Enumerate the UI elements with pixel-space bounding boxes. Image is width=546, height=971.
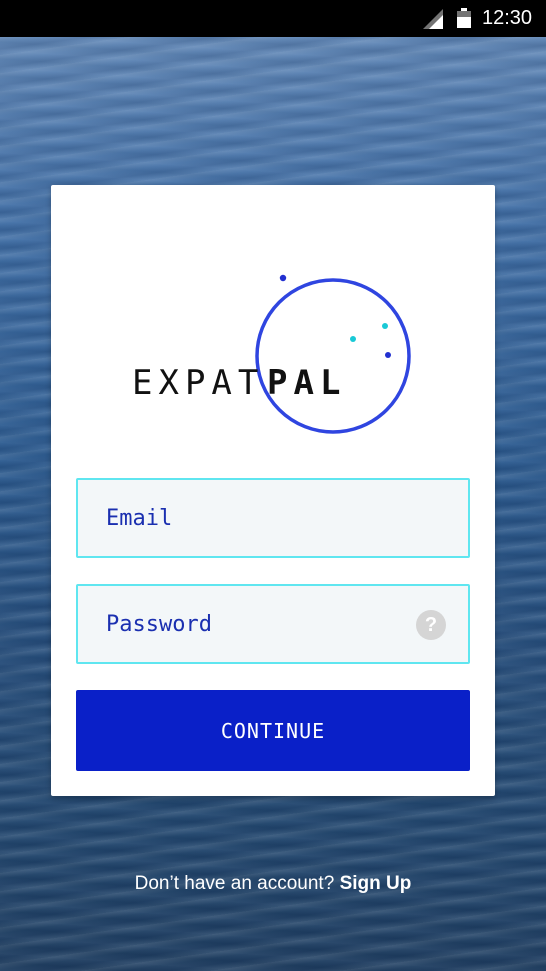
signal-icon [423,9,443,29]
login-card: EXPAT PAL ? CONTINUE [51,185,495,796]
signup-prompt: Don’t have an account? Sign Up [0,873,546,895]
status-bar: 12:30 [0,0,546,37]
logo-wordmark-pal: PAL [267,363,347,403]
password-input[interactable] [78,586,468,662]
logo-dot-cyan [382,323,388,329]
battery-icon [457,8,471,28]
logo-wordmark-expat: EXPAT [132,363,265,403]
help-icon[interactable]: ? [416,610,446,640]
expatpal-logo: EXPAT PAL [51,185,495,455]
signup-prompt-text: Don’t have an account? [134,873,340,894]
email-field[interactable] [76,478,470,558]
continue-button[interactable]: CONTINUE [76,690,470,771]
logo-dot-dark [279,274,287,282]
status-time: 12:30 [482,7,533,29]
password-field[interactable]: ? [76,584,470,664]
sign-up-link[interactable]: Sign Up [340,873,412,894]
logo-dot-dark [385,352,391,358]
logo-graphic [255,274,411,434]
email-input[interactable] [78,480,468,556]
logo-dot-cyan [350,336,356,342]
